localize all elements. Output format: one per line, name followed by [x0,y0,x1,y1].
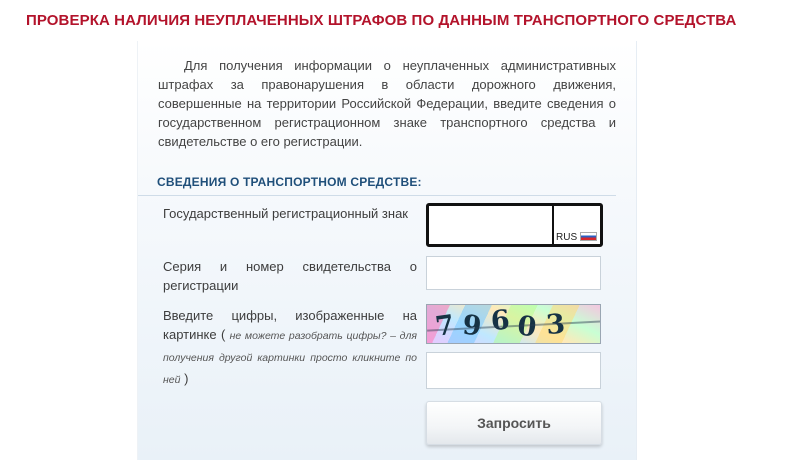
page-title: ПРОВЕРКА НАЛИЧИЯ НЕУПЛАЧЕННЫХ ШТРАФОВ ПО… [26,12,737,29]
captcha-label: Введите цифры, изображенные на картинке … [163,308,417,386]
section-title: СВЕДЕНИЯ О ТРАНСПОРТНОМ СРЕДСТВЕ: [157,175,422,189]
captcha-digit: 6 [489,304,520,337]
section-divider [138,195,616,196]
captcha-image[interactable]: 79603 [426,304,601,344]
plate-number-input[interactable] [429,206,554,244]
certificate-input[interactable] [426,256,601,290]
form-panel: Для получения информации о неуплаченных … [137,41,637,460]
captcha-input[interactable] [426,352,601,389]
certificate-label: Серия и номер свидетельства о регистраци… [163,259,417,293]
russian-flag-icon [580,232,597,241]
captcha-digit: 0 [515,310,548,344]
plate-label: Государственный регистрационный знак [163,206,408,221]
plate-input-group: RUS [426,203,603,247]
intro-text: Для получения информации о неуплаченных … [158,58,616,149]
plate-region-field[interactable]: RUS [554,206,600,244]
plate-country-code: RUS [556,232,578,243]
submit-button[interactable]: Запросить [426,401,602,445]
